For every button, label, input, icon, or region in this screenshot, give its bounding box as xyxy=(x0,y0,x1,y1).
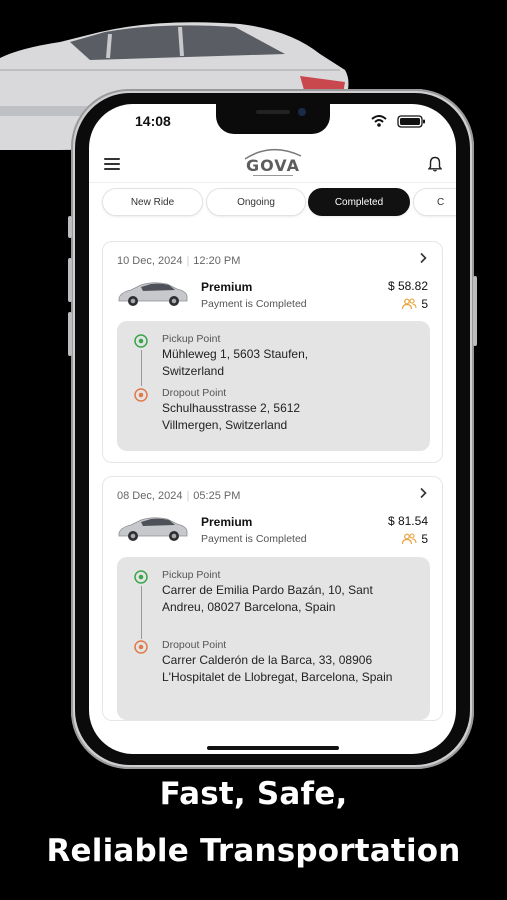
ride-datetime: 08 Dec, 2024 | 05:25 PM xyxy=(117,490,241,502)
phone-side-button xyxy=(473,276,477,346)
app-logo: GOVA xyxy=(237,146,309,180)
ride-date: 10 Dec, 2024 xyxy=(117,255,183,267)
tab-cancelled[interactable]: C xyxy=(413,188,456,216)
menu-icon[interactable] xyxy=(104,158,120,170)
phone-notch xyxy=(216,104,330,134)
ride-card[interactable]: 10 Dec, 2024 | 12:20 PM Premium Payment is… xyxy=(102,241,443,463)
tab-new-ride[interactable]: New Ride xyxy=(102,188,203,216)
route-line xyxy=(140,350,142,386)
status-time: 14:08 xyxy=(135,113,171,129)
phone-side-button xyxy=(68,216,72,238)
chevron-right-icon[interactable] xyxy=(418,487,428,499)
ride-datetime: 10 Dec, 2024 | 12:20 PM xyxy=(117,255,241,267)
tab-ongoing[interactable]: Ongoing xyxy=(206,188,306,216)
header-divider xyxy=(89,182,456,183)
app-screen: 14:08 GOVA New Ride Ongoing Completed C … xyxy=(89,104,456,754)
chevron-right-icon[interactable] xyxy=(418,252,428,264)
ride-tabs: New Ride Ongoing Completed C xyxy=(102,188,456,216)
dropout-pin-icon xyxy=(134,640,148,654)
tagline-line-1: Fast, Safe, xyxy=(159,776,348,812)
dropout-pin-icon xyxy=(134,388,148,402)
dropout-address: Schulhausstrasse 2, 5612 Villmergen, Swi… xyxy=(162,401,301,432)
phone-side-button xyxy=(68,258,72,302)
ride-time: 12:20 PM xyxy=(193,255,241,267)
tab-completed[interactable]: Completed xyxy=(308,188,410,216)
ride-date: 08 Dec, 2024 xyxy=(117,490,183,502)
route-line xyxy=(140,586,142,639)
tagline-line-2: Reliable Transportation xyxy=(46,833,461,869)
payment-status: Payment is Completed xyxy=(201,298,307,310)
passengers-icon xyxy=(402,298,417,310)
payment-status: Payment is Completed xyxy=(201,533,307,545)
passenger-count: 5 xyxy=(401,532,428,546)
phone-side-button xyxy=(68,312,72,356)
ride-price: $ 58.82 xyxy=(387,279,428,293)
pickup-address: Carrer de Emilia Pardo Bazán, 10, Sant A… xyxy=(162,583,373,614)
battery-icon xyxy=(397,115,425,128)
ride-type: Premium xyxy=(201,280,253,294)
route-box: Pickup Point Mühleweg 1, 5603 Staufen, S… xyxy=(117,321,430,451)
passenger-count: 5 xyxy=(401,297,428,311)
pickup-pin-icon xyxy=(134,570,148,584)
ride-time: 05:25 PM xyxy=(193,490,241,502)
dropout-label: Dropout Point xyxy=(162,639,227,651)
pickup-pin-icon xyxy=(134,334,148,348)
route-box: Pickup Point Carrer de Emilia Pardo Bazá… xyxy=(117,557,430,720)
bell-icon[interactable] xyxy=(428,156,442,172)
status-icons xyxy=(371,115,425,128)
car-icon xyxy=(118,282,188,306)
home-indicator[interactable] xyxy=(207,746,339,750)
dropout-label: Dropout Point xyxy=(162,387,227,399)
passenger-number: 5 xyxy=(421,297,428,311)
pickup-address: Mühleweg 1, 5603 Staufen, Switzerland xyxy=(162,347,309,378)
wifi-icon xyxy=(371,115,387,127)
pickup-label: Pickup Point xyxy=(162,569,221,581)
dropout-address: Carrer Calderón de la Barca, 33, 08906 L… xyxy=(162,653,393,684)
ride-price: $ 81.54 xyxy=(387,514,428,528)
passenger-number: 5 xyxy=(421,532,428,546)
ride-type: Premium xyxy=(201,515,253,529)
passengers-icon xyxy=(402,533,417,545)
car-icon xyxy=(118,517,188,541)
pickup-label: Pickup Point xyxy=(162,333,221,345)
ride-card[interactable]: 08 Dec, 2024 | 05:25 PM Premium Payment is… xyxy=(102,476,443,721)
